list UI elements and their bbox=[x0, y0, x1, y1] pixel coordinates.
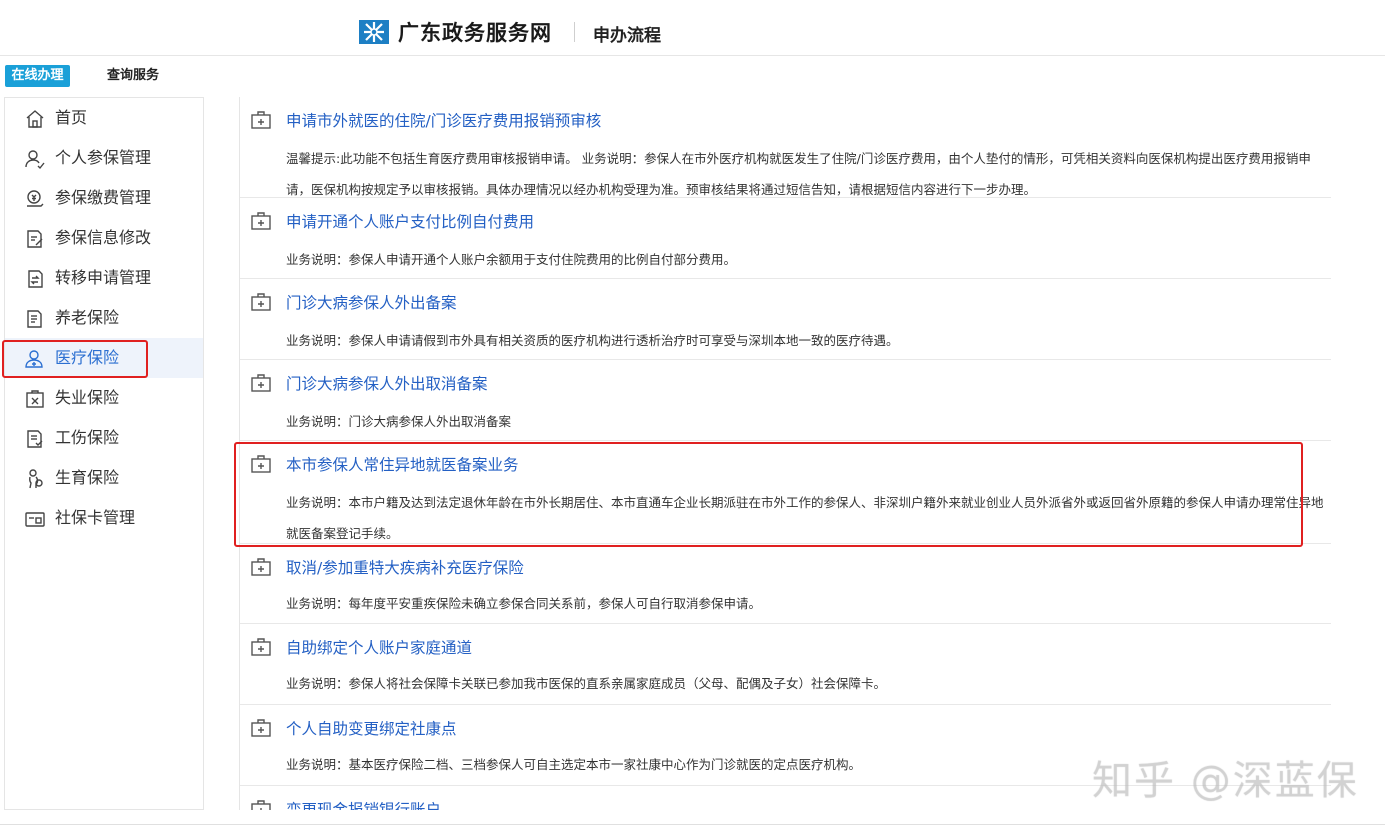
sidebar-item-personal-insurance[interactable]: 个人参保管理 bbox=[5, 138, 203, 178]
medical-kit-icon bbox=[251, 455, 271, 473]
service-list: 申请市外就医的住院/门诊医疗费用报销预审核 温馨提示:此功能不包括生育医疗费用审… bbox=[239, 97, 1385, 810]
service-title[interactable]: 本市参保人常住异地就医备案业务 bbox=[286, 453, 519, 475]
sidebar-item-label: 养老保险 bbox=[55, 308, 120, 327]
sidebar-item-transfer[interactable]: 转移申请管理 bbox=[5, 258, 203, 298]
medical-kit-icon bbox=[251, 212, 271, 230]
sidebar-item-medical[interactable]: 医疗保险 bbox=[5, 338, 203, 378]
medical-kit-icon bbox=[251, 719, 271, 737]
service-description: 业务说明：本市户籍及达到法定退休年龄在市外长期居住、本市直通车企业长期派驻在市外… bbox=[286, 495, 1324, 541]
edit-doc-icon bbox=[27, 230, 43, 248]
sidebar-item-maternity[interactable]: 生育保险 bbox=[5, 458, 203, 498]
service-description: 业务说明：参保人申请请假到市外具有相关资质的医疗机构进行透析治疗时可享受与深圳本… bbox=[286, 333, 899, 348]
sidebar: 首页 个人参保管理 参保缴费管理 参保信息修改 转移申请管理 养老保险 医疗保险… bbox=[4, 97, 204, 810]
sidebar-item-unemployment[interactable]: 失业保险 bbox=[5, 378, 203, 418]
top-tabs: 在线办理 查询服务 bbox=[0, 62, 1385, 90]
medical-kit-icon bbox=[251, 111, 271, 129]
sidebar-item-pension[interactable]: 养老保险 bbox=[5, 298, 203, 338]
unemployment-icon bbox=[26, 390, 44, 408]
list-item: 申请市外就医的住院/门诊医疗费用报销预审核 温馨提示:此功能不包括生育医疗费用审… bbox=[240, 97, 1331, 198]
watermark: 知乎 @深蓝保 bbox=[1092, 758, 1359, 804]
sidebar-item-label: 首页 bbox=[55, 108, 88, 127]
medical-kit-icon bbox=[251, 558, 271, 576]
card-icon bbox=[25, 512, 45, 527]
medical-user-icon bbox=[25, 350, 43, 368]
list-item: 自助绑定个人账户家庭通道 业务说明：参保人将社会保障卡关联已参加我市医保的直系亲… bbox=[240, 624, 1331, 705]
service-description: 业务说明：门诊大病参保人外出取消备案 bbox=[286, 414, 512, 429]
service-description: 业务说明：参保人将社会保障卡关联已参加我市医保的直系亲属家庭成员（父母、配偶及子… bbox=[286, 676, 887, 691]
payment-icon bbox=[27, 190, 44, 207]
service-title[interactable]: 门诊大病参保人外出备案 bbox=[286, 291, 457, 313]
sidebar-item-label: 社保卡管理 bbox=[55, 508, 136, 527]
service-title[interactable]: 取消/参加重特大疾病补充医疗保险 bbox=[286, 556, 524, 578]
service-title[interactable]: 申请市外就医的住院/门诊医疗费用报销预审核 bbox=[286, 109, 601, 131]
header-divider bbox=[574, 22, 575, 42]
sidebar-item-home[interactable]: 首页 bbox=[5, 98, 203, 138]
medical-kit-icon bbox=[251, 374, 271, 392]
site-header: 广东政务服务网 申办流程 bbox=[0, 0, 1385, 56]
list-item: 申请开通个人账户支付比例自付费用 业务说明：参保人申请开通个人账户余额用于支付住… bbox=[240, 198, 1331, 279]
site-logo-icon bbox=[359, 20, 389, 44]
medical-kit-icon bbox=[251, 293, 271, 311]
brand[interactable]: 广东政务服务网 bbox=[358, 17, 552, 47]
service-description: 温馨提示:此功能不包括生育医疗费用审核报销申请。 业务说明：参保人在市外医疗机构… bbox=[286, 151, 1311, 197]
list-item: 门诊大病参保人外出备案 业务说明：参保人申请请假到市外具有相关资质的医疗机构进行… bbox=[240, 279, 1331, 360]
service-title[interactable]: 申请开通个人账户支付比例自付费用 bbox=[286, 210, 534, 232]
service-title[interactable]: 门诊大病参保人外出取消备案 bbox=[286, 372, 488, 394]
sidebar-item-label: 个人参保管理 bbox=[55, 148, 152, 167]
service-description: 业务说明：每年度平安重疾保险未确立参保合同关系前，参保人可自行取消参保申请。 bbox=[286, 596, 762, 611]
page-title: 申办流程 bbox=[593, 26, 661, 46]
sidebar-item-label: 参保信息修改 bbox=[55, 228, 152, 247]
service-title[interactable]: 变更现金报销银行账户 bbox=[286, 798, 441, 810]
medical-kit-icon bbox=[251, 638, 271, 656]
user-manage-icon bbox=[25, 150, 45, 170]
service-title[interactable]: 个人自助变更绑定社康点 bbox=[286, 717, 457, 739]
sidebar-item-label: 工伤保险 bbox=[55, 428, 120, 447]
home-icon bbox=[26, 110, 44, 128]
sidebar-item-card[interactable]: 社保卡管理 bbox=[5, 498, 203, 538]
list-item: 本市参保人常住异地就医备案业务 业务说明：本市户籍及达到法定退休年龄在市外长期居… bbox=[240, 441, 1331, 544]
pension-doc-icon bbox=[27, 310, 42, 328]
injury-doc-icon bbox=[27, 430, 43, 448]
transfer-doc-icon bbox=[28, 270, 43, 288]
divider bbox=[0, 824, 1385, 825]
sidebar-item-label: 参保缴费管理 bbox=[55, 188, 152, 207]
sidebar-item-label: 转移申请管理 bbox=[55, 268, 152, 287]
medical-kit-icon bbox=[251, 800, 271, 810]
sidebar-item-injury[interactable]: 工伤保险 bbox=[5, 418, 203, 458]
site-name: 广东政务服务网 bbox=[398, 21, 552, 45]
list-item: 门诊大病参保人外出取消备案 业务说明：门诊大病参保人外出取消备案 bbox=[240, 360, 1331, 441]
maternity-icon bbox=[29, 469, 43, 489]
sidebar-item-info-edit[interactable]: 参保信息修改 bbox=[5, 218, 203, 258]
sidebar-item-payment[interactable]: 参保缴费管理 bbox=[5, 178, 203, 218]
sidebar-item-label: 医疗保险 bbox=[55, 348, 120, 367]
list-item: 取消/参加重特大疾病补充医疗保险 业务说明：每年度平安重疾保险未确立参保合同关系… bbox=[240, 544, 1331, 624]
service-description: 业务说明：参保人申请开通个人账户余额用于支付住院费用的比例自付部分费用。 bbox=[286, 252, 737, 267]
tab-online-service[interactable]: 在线办理 bbox=[5, 65, 70, 87]
sidebar-item-label: 生育保险 bbox=[55, 468, 120, 487]
sidebar-item-label: 失业保险 bbox=[55, 388, 120, 407]
service-title[interactable]: 自助绑定个人账户家庭通道 bbox=[286, 636, 472, 658]
tab-query-service[interactable]: 查询服务 bbox=[107, 65, 159, 87]
